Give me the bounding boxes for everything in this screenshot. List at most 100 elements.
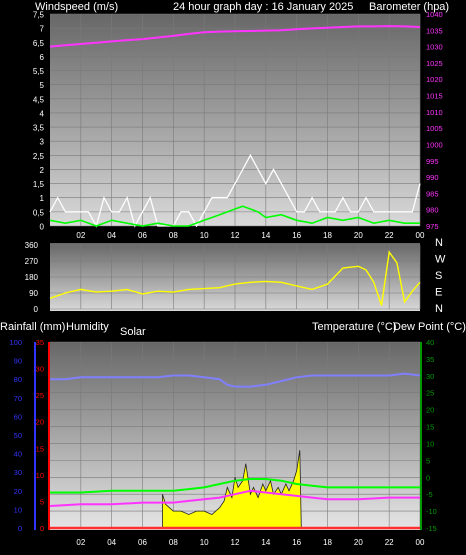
time-tick-label: 06 (138, 538, 147, 547)
rain-tick-label: 35 (36, 338, 44, 347)
windspeed-tick-label: 0,5 (33, 208, 45, 217)
windspeed-tick-label: 7 (40, 25, 45, 34)
humidity-tick-label: 20 (14, 487, 22, 496)
time-tick-label: 12 (231, 538, 240, 547)
barometer-tick-label: 1040 (426, 10, 443, 19)
time-tick-label: 04 (107, 538, 116, 547)
rainfall-label: Rainfall (mm) (0, 321, 65, 333)
temperature-tick-label: -15 (426, 524, 437, 533)
windspeed-tick-label: 5,5 (33, 67, 45, 76)
temperature-humidity-panel: 0102030405060708090100 05101520253035 -1… (9, 338, 466, 547)
direction-axis: 0 90 180 270 360 (25, 241, 39, 314)
direction-tick-label: 270 (25, 257, 39, 266)
barometer-tick-label: 980 (426, 206, 439, 215)
time-tick-label: 16 (292, 231, 301, 240)
temperature-tick-label: 20 (426, 406, 434, 415)
rain-axis: 0 5 10 15 20 25 30 35 (36, 338, 44, 533)
time-tick-label: 00 (416, 538, 425, 547)
compass-label: S (435, 270, 442, 282)
windspeed-tick-label: 2,5 (33, 152, 45, 161)
compass-labels: NWSEN (435, 237, 446, 315)
barometer-tick-label: 1030 (426, 43, 443, 52)
compass-label: N (435, 237, 443, 249)
windspeed-tick-label: 6,5 (33, 39, 45, 48)
barometer-tick-label: 1035 (426, 26, 443, 35)
time-tick-label: 00 (416, 231, 425, 240)
barometer-tick-label: 1025 (426, 59, 443, 68)
compass-label: W (435, 254, 446, 266)
rain-tick-label: 15 (36, 444, 44, 453)
temperature-tick-label: 5 (426, 456, 430, 465)
windspeed-tick-label: 4 (40, 109, 45, 118)
temperature-tick-label: 40 (426, 338, 434, 347)
windspeed-axis: 0 0,5 1 1,5 2 2,5 3 3,5 4 4,5 5 5,5 6 6,5 7 7,5 (33, 11, 45, 232)
weather-graph: Windspeed (m/s) 24 hour graph day : 16 J… (0, 1, 466, 547)
humidity-tick-label: 0 (18, 524, 22, 533)
humidity-tick-label: 70 (14, 394, 22, 403)
barometer-tick-label: 995 (426, 157, 439, 166)
dew-point-label: Dew Point (°C) (393, 321, 466, 333)
humidity-axis: 0 10 20 30 40 50 60 70 80 90 100 (9, 338, 22, 533)
time-tick-label: 02 (76, 231, 85, 240)
rain-tick-label: 10 (36, 471, 44, 480)
time-tick-label: 10 (200, 231, 209, 240)
time-tick-label: 20 (354, 538, 363, 547)
temperature-tick-label: -5 (426, 490, 433, 499)
humidity-tick-label: 100 (9, 338, 22, 347)
time-tick-label: 06 (138, 231, 147, 240)
humidity-tick-label: 40 (14, 450, 22, 459)
direction-tick-label: 360 (25, 241, 39, 250)
temperature-tick-label: 25 (426, 389, 434, 398)
temp-axis-strip (420, 338, 466, 533)
time-tick-label: 20 (354, 231, 363, 240)
wind-barometer-panel: 00,511,522,533,544,555,566,577,5 9759809… (33, 10, 443, 240)
humidity-tick-label: 10 (14, 505, 22, 514)
windspeed-tick-label: 2 (40, 166, 45, 175)
rain-tick-label: 25 (36, 391, 44, 400)
time-tick-label: 14 (261, 538, 270, 547)
humidity-tick-label: 60 (14, 412, 22, 421)
time-tick-label: 22 (385, 538, 394, 547)
time-tick-label: 18 (323, 538, 332, 547)
windspeed-tick-label: 3,5 (33, 124, 45, 133)
temperature-tick-label: 35 (426, 355, 434, 364)
temp-time-axis: 02 04 06 08 10 12 14 16 18 20 22 00 (76, 538, 425, 547)
compass-label: E (435, 287, 442, 299)
wind-time-axis: 02 04 06 08 10 12 14 16 18 20 22 00 (76, 231, 425, 240)
time-tick-label: 04 (107, 231, 116, 240)
rain-tick-label: 5 (40, 497, 44, 506)
barometer-tick-label: 985 (426, 189, 439, 198)
barometer-tick-label: 975 (426, 222, 439, 231)
temperature-tick-label: 15 (426, 423, 434, 432)
time-tick-label: 14 (261, 231, 270, 240)
time-tick-label: 10 (200, 538, 209, 547)
barometer-tick-label: 1000 (426, 140, 443, 149)
temperature-tick-label: -10 (426, 507, 437, 516)
wind-direction-panel: 090180270360 NWSEN (25, 237, 446, 315)
windspeed-tick-label: 7,5 (33, 11, 45, 20)
compass-label: N (435, 303, 443, 315)
windspeed-tick-label: 1 (40, 194, 45, 203)
windspeed-tick-label: 5 (40, 81, 45, 90)
time-tick-label: 02 (76, 538, 85, 547)
barometer-tick-label: 1010 (426, 108, 443, 117)
graph-title: 24 hour graph day : 16 January 2025 (173, 1, 353, 13)
direction-tick-label: 90 (29, 289, 38, 298)
time-tick-label: 08 (169, 538, 178, 547)
direction-tick-label: 180 (25, 273, 39, 282)
time-tick-label: 18 (323, 231, 332, 240)
humidity-tick-label: 90 (14, 357, 22, 366)
barometer-tick-label: 1005 (426, 124, 443, 133)
windspeed-tick-label: 0 (40, 223, 45, 232)
time-tick-label: 16 (292, 538, 301, 547)
humidity-label: Humidity (66, 321, 109, 333)
windspeed-tick-label: 3 (40, 138, 45, 147)
barometer-tick-label: 1020 (426, 75, 443, 84)
rain-tick-label: 20 (36, 418, 44, 427)
barometer-tick-label: 1015 (426, 92, 443, 101)
temperature-tick-label: 30 (426, 372, 434, 381)
time-tick-label: 22 (385, 231, 394, 240)
time-tick-label: 08 (169, 231, 178, 240)
humidity-tick-label: 30 (14, 468, 22, 477)
windspeed-tick-label: 1,5 (33, 180, 45, 189)
